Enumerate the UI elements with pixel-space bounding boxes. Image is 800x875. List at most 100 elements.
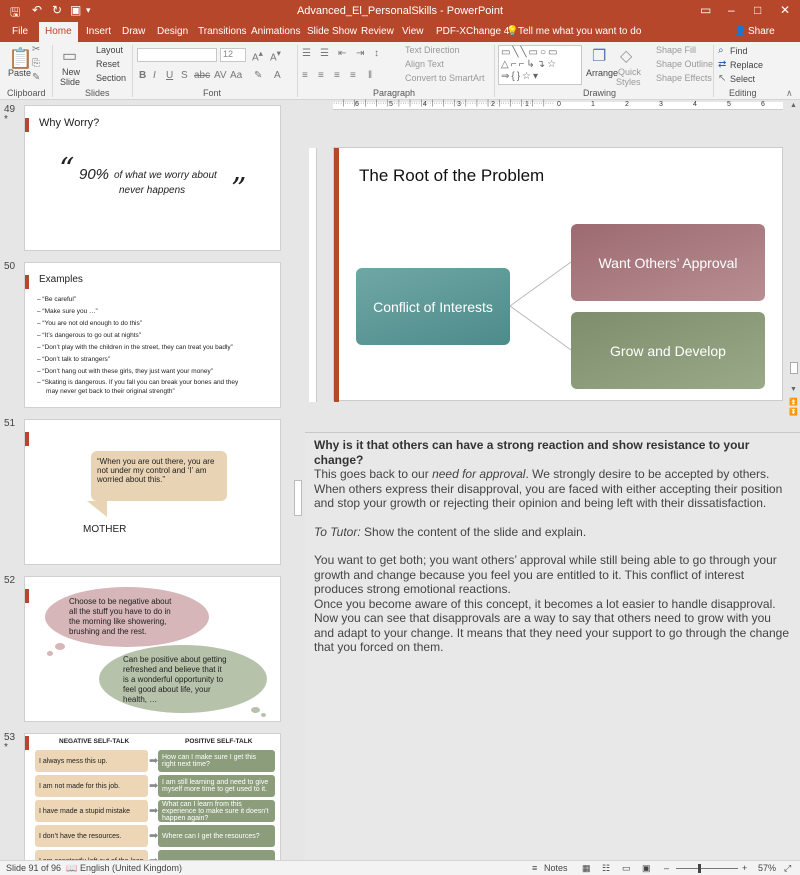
tab-home[interactable]: Home (39, 22, 78, 42)
language[interactable]: English (United Kingdom) (80, 863, 182, 873)
tab-insert[interactable]: Insert (86, 26, 111, 37)
font-name-box[interactable] (137, 48, 217, 62)
share-icon[interactable]: 👤 (734, 26, 746, 37)
new-slide-button[interactable]: New (62, 67, 80, 77)
previous-slide-icon[interactable]: ⏫ (789, 398, 798, 406)
arrange-button[interactable]: Arrange (586, 68, 618, 78)
shapes-gallery[interactable]: ▭╲╲▭○▭ △⌐⌐↳↴☆ ⇒{}☆▾ (498, 45, 582, 85)
line-spacing-icon[interactable]: ↕ (374, 48, 379, 59)
columns-icon[interactable]: ‖ (368, 70, 372, 81)
zoom-in-icon[interactable]: + (742, 863, 747, 873)
collapse-ribbon-icon[interactable]: ∧ (786, 88, 793, 99)
replace-button[interactable]: Replace (730, 60, 763, 70)
scroll-up-icon[interactable]: ▲ (790, 102, 797, 109)
italic-icon[interactable]: I (153, 70, 156, 81)
tab-review[interactable]: Review (361, 26, 394, 37)
increase-font-icon[interactable]: A▴ (252, 48, 263, 63)
zoom-slider[interactable] (676, 868, 738, 869)
tab-pdf-xchange[interactable]: PDF-XChange 4 (436, 26, 509, 37)
close-icon[interactable]: ✕ (780, 3, 790, 17)
scrollbar-thumb[interactable] (790, 362, 798, 374)
want-approval-box[interactable]: Want Others’ Approval (571, 224, 765, 301)
font-color-icon[interactable]: A (274, 70, 281, 81)
slide-thumbnail-52[interactable]: Choose to be negative about all the stuf… (24, 576, 281, 722)
fit-slide-icon[interactable]: ⤢ (784, 863, 791, 874)
grow-develop-box[interactable]: Grow and Develop (571, 312, 765, 389)
new-slide-button-line2[interactable]: Slide (60, 77, 80, 87)
decrease-indent-icon[interactable]: ⇤ (338, 48, 346, 59)
format-painter-icon[interactable]: ✎ (32, 72, 40, 83)
convert-smartart-button[interactable]: Convert to SmartArt (405, 73, 485, 83)
replace-icon[interactable]: ⇄ (718, 59, 726, 70)
zoom-level[interactable]: 57% (758, 863, 776, 873)
char-spacing-icon[interactable]: AV (214, 70, 227, 81)
shape-effects-button[interactable]: Shape Effects (656, 73, 712, 83)
zoom-out-icon[interactable]: – (664, 863, 669, 873)
scroll-down-icon[interactable]: ▼ (790, 386, 797, 393)
conflict-of-interests-box[interactable]: Conflict of Interests (356, 268, 510, 345)
shadow-icon[interactable]: S (181, 70, 188, 81)
underline-icon[interactable]: U (166, 70, 173, 81)
find-button[interactable]: Find (730, 46, 748, 56)
quick-styles-button-line2[interactable]: Styles (616, 77, 641, 87)
scrollbar-thumb[interactable] (294, 480, 302, 516)
tab-file[interactable]: File (12, 26, 28, 37)
bullets-icon[interactable]: ☰ (302, 48, 311, 59)
thumbnail-scrollbar[interactable] (292, 104, 304, 860)
strikethrough-icon[interactable]: abc (194, 70, 210, 81)
tab-animations[interactable]: Animations (251, 26, 300, 37)
align-text-button[interactable]: Align Text (405, 59, 444, 69)
find-icon[interactable]: ⌕ (718, 45, 724, 56)
zoom-slider-thumb[interactable] (698, 864, 701, 873)
reset-button[interactable]: Reset (96, 59, 120, 69)
quick-styles-icon[interactable]: ◇ (620, 46, 632, 66)
decrease-font-icon[interactable]: A▾ (270, 48, 281, 63)
tab-view[interactable]: View (402, 26, 424, 37)
text-direction-button[interactable]: Text Direction (405, 45, 460, 55)
paste-button[interactable]: Paste (8, 68, 31, 78)
new-slide-icon[interactable]: ▭ (62, 46, 77, 66)
layout-button[interactable]: Layout (96, 45, 123, 55)
quick-styles-button[interactable]: Quick (618, 67, 641, 77)
font-size-box[interactable]: 12 (220, 48, 246, 62)
arrange-icon[interactable]: ❐ (592, 46, 606, 66)
shape-outline-button[interactable]: Shape Outline (656, 59, 713, 69)
ribbon-display-icon[interactable]: ▭ (700, 3, 711, 17)
minimize-icon[interactable]: – (728, 3, 735, 17)
tab-draw[interactable]: Draw (122, 26, 145, 37)
select-button[interactable]: Select (730, 74, 755, 84)
tab-transitions[interactable]: Transitions (198, 26, 247, 37)
bold-icon[interactable]: B (139, 70, 146, 81)
notes-pane[interactable]: Why is it that others can have a strong … (305, 432, 800, 860)
slide-sorter-icon[interactable]: ☷ (602, 863, 610, 874)
reading-view-icon[interactable]: ▭ (622, 863, 631, 874)
align-left-icon[interactable]: ≡ (302, 70, 308, 81)
align-center-icon[interactable]: ≡ (318, 70, 324, 81)
notes-icon[interactable]: ≡ (532, 863, 537, 873)
increase-indent-icon[interactable]: ⇥ (356, 48, 364, 59)
highlight-icon[interactable]: ✎ (254, 70, 262, 81)
spellcheck-icon[interactable]: 📖 (66, 863, 77, 874)
tab-slide-show[interactable]: Slide Show (307, 26, 357, 37)
slide-thumbnail-50[interactable]: Examples – “Be careful” – “Make sure you… (24, 262, 281, 408)
change-case-icon[interactable]: Aa (230, 70, 242, 81)
current-slide[interactable]: The Root of the Problem Conflict of Inte… (333, 147, 783, 402)
tab-design[interactable]: Design (157, 26, 188, 37)
align-right-icon[interactable]: ≡ (334, 70, 340, 81)
section-button[interactable]: Section (96, 73, 126, 83)
cut-icon[interactable]: ✂ (32, 44, 40, 55)
copy-icon[interactable]: ⎘ (32, 58, 40, 69)
notes-toggle[interactable]: Notes (544, 863, 568, 873)
shape-fill-button[interactable]: Shape Fill (656, 45, 696, 55)
slide-thumbnail-51[interactable]: “When you are out there, you are not und… (24, 419, 281, 565)
slide-thumbnail-49[interactable]: Why Worry? “ 90% of what we worry about … (24, 105, 281, 251)
maximize-icon[interactable]: □ (754, 3, 761, 17)
slide-show-icon[interactable]: ▣ (642, 863, 651, 874)
select-icon[interactable]: ↖ (718, 73, 726, 84)
slide-thumbnail-53[interactable]: NEGATIVE SELF-TALK POSITIVE SELF-TALK I … (24, 733, 281, 860)
share-button[interactable]: Share (748, 26, 775, 37)
slide-scrollbar[interactable]: ▲ ▼ ⏫ ⏬ (788, 100, 800, 430)
normal-view-icon[interactable]: ▦ (582, 863, 591, 874)
next-slide-icon[interactable]: ⏬ (789, 408, 798, 416)
justify-icon[interactable]: ≡ (350, 70, 356, 81)
